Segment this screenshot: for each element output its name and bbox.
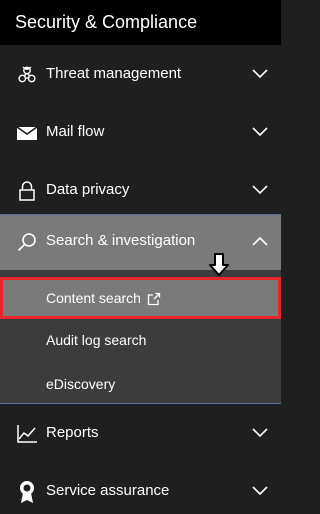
sub-item-audit-log-search[interactable]: Audit log search [0, 319, 281, 361]
navigation-panel: Security & Compliance Threat management [0, 0, 281, 514]
nav-item-search-investigation[interactable]: Search & investigation [0, 215, 281, 270]
nav-item-label: Service assurance [46, 482, 170, 499]
sub-item-content-search[interactable]: Content search [0, 277, 281, 319]
arrow-down-icon [209, 253, 229, 276]
sub-item-label: Audit log search [46, 332, 147, 348]
chevron-down-icon [252, 127, 268, 137]
nav-item-label: Threat management [46, 65, 182, 82]
nav-item-label: Search & investigation [46, 232, 196, 249]
lock-icon [15, 180, 39, 202]
title-bar: Security & Compliance [0, 0, 281, 45]
chevron-down-icon [252, 69, 268, 79]
external-link-icon [147, 292, 161, 306]
nav-item-label: Data privacy [46, 181, 130, 198]
biohazard-icon [15, 64, 39, 86]
app-title: Security & Compliance [15, 12, 198, 32]
envelope-icon [15, 122, 39, 144]
nav-item-mail-flow[interactable]: Mail flow [0, 103, 281, 161]
sub-item-ediscovery[interactable]: eDiscovery [0, 363, 281, 405]
nav-item-threat-management[interactable]: Threat management [0, 45, 281, 103]
nav-item-reports[interactable]: Reports [0, 404, 281, 462]
nav-item-label: Mail flow [46, 123, 105, 140]
nav-item-service-assurance[interactable]: Service assurance [0, 462, 281, 514]
chart-icon [15, 423, 39, 445]
chevron-up-icon [252, 236, 268, 246]
nav-item-label: Reports [46, 424, 99, 441]
nav-item-data-privacy[interactable]: Data privacy [0, 161, 281, 219]
chevron-down-icon [252, 185, 268, 195]
chevron-down-icon [252, 486, 268, 496]
sub-item-label: eDiscovery [46, 376, 116, 392]
search-icon [15, 231, 39, 253]
badge-icon [15, 481, 39, 503]
sub-item-label: Content search [46, 290, 141, 306]
chevron-down-icon [252, 428, 268, 438]
nav-group-search-investigation: Search & investigation Content search Au… [0, 214, 281, 404]
